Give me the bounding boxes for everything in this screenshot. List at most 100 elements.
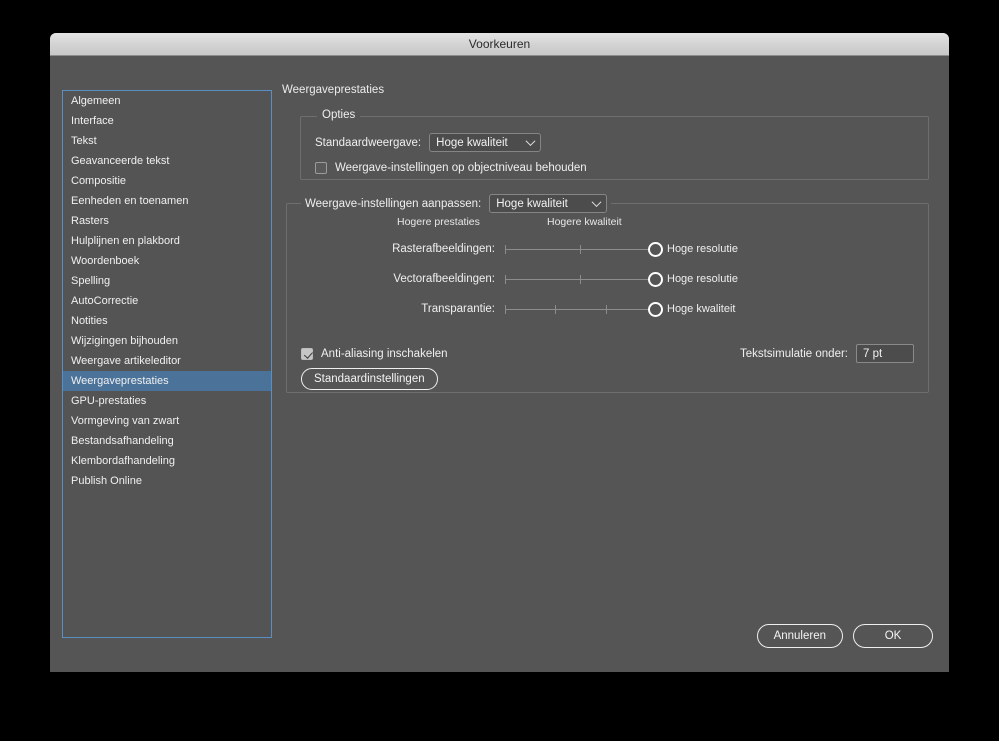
sidebar-item-woordenboek[interactable]: Woordenboek [63, 251, 271, 271]
sidebar-item-weergaveprestaties[interactable]: Weergaveprestaties [63, 371, 271, 391]
slider-label: Rasterafbeeldingen: [392, 243, 495, 255]
defaults-row: Standaardinstellingen [301, 368, 438, 390]
preferences-category-list[interactable]: Algemeen Interface Tekst Geavanceerde tekst… [62, 90, 272, 638]
sidebar-item-interface[interactable]: Interface [63, 111, 271, 131]
slider-value-label: Hoge resolutie [667, 273, 738, 285]
sidebar-item-spelling[interactable]: Spelling [63, 271, 271, 291]
slider-row: Transparantie: Hoge kwaliteit [287, 294, 928, 324]
slider-tick [580, 245, 581, 254]
sidebar-item-bestandsafhandeling[interactable]: Bestandsafhandeling [63, 431, 271, 451]
sidebar-item-label: Rasters [71, 214, 109, 227]
antialias-checkbox[interactable] [301, 347, 313, 360]
sidebar-item-label: Geavanceerde tekst [71, 154, 170, 167]
sidebar-item-weergave-artikeleditor[interactable]: Weergave artikeleditor [63, 351, 271, 371]
sidebar-item-label: Vormgeving van zwart [71, 414, 180, 427]
slider-label: Transparantie: [421, 303, 495, 315]
slider-track[interactable] [505, 240, 663, 258]
sidebar-item-wijzigingen-bijhouden[interactable]: Wijzigingen bijhouden [63, 331, 271, 351]
adjust-view-settings-select-value: Hoge kwaliteit [496, 197, 568, 210]
sidebar-item-klembordafhandeling[interactable]: Klembordafhandeling [63, 451, 271, 471]
sidebar-item-compositie[interactable]: Compositie [63, 171, 271, 191]
greek-type-label: Tekstsimulatie onder: [739, 347, 848, 360]
sidebar-item-label: Tekst [71, 134, 97, 147]
default-view-select[interactable]: Hoge kwaliteit [429, 133, 542, 152]
footer-buttons: Annuleren OK [756, 624, 933, 648]
main-pane: Weergaveprestaties Opties Standaardweerg… [282, 84, 933, 662]
sidebar-item-label: Klembordafhandeling [71, 454, 175, 467]
sidebar-item-rasters[interactable]: Rasters [63, 211, 271, 231]
page-title: Weergaveprestaties [282, 84, 385, 96]
sidebar-item-autocorrectie[interactable]: AutoCorrectie [63, 291, 271, 311]
slider-knob[interactable] [647, 242, 663, 257]
default-view-row: Standaardweergave: Hoge kwaliteit [315, 133, 928, 152]
slider-value-label: Hoge resolutie [667, 243, 738, 255]
scale-left-label: Hogere prestaties [397, 216, 480, 228]
sidebar-item-tekst[interactable]: Tekst [63, 131, 271, 151]
adjust-view-settings-select[interactable]: Hoge kwaliteit [489, 194, 608, 213]
slider-label: Vectorafbeeldingen: [393, 273, 495, 285]
sidebar-item-label: Compositie [71, 174, 127, 187]
greek-type-row: Tekstsimulatie onder: 7 pt [740, 344, 914, 363]
sidebar-item-gpu-prestaties[interactable]: GPU-prestaties [63, 391, 271, 411]
sidebar-item-algemeen[interactable]: Algemeen [63, 91, 271, 111]
cancel-button[interactable]: Annuleren [756, 624, 843, 648]
slider-value-label: Hoge kwaliteit [667, 303, 736, 315]
slider-tick [580, 275, 581, 284]
sidebar-item-publish-online[interactable]: Publish Online [63, 471, 271, 491]
sidebar-item-label: Notities [71, 314, 108, 327]
default-view-select-value: Hoge kwaliteit [436, 136, 508, 149]
slider-knob[interactable] [647, 272, 663, 287]
sidebar-item-label: Weergaveprestaties [71, 374, 169, 387]
sidebar-item-vormgeving-van-zwart[interactable]: Vormgeving van zwart [63, 411, 271, 431]
slider-tick [505, 245, 506, 254]
greek-type-input[interactable]: 7 pt [856, 344, 914, 363]
sidebar-item-label: AutoCorrectie [71, 294, 139, 307]
sidebar-item-label: Weergave artikeleditor [71, 354, 181, 367]
chevron-down-icon [591, 196, 602, 207]
antialias-label: Anti-aliasing inschakelen [321, 347, 448, 360]
preserve-settings-row[interactable]: Weergave-instellingen op objectniveau be… [315, 162, 928, 174]
adjust-view-settings-group: Weergave-instellingen aanpassen: Hoge kw… [286, 194, 929, 393]
slider-tick [554, 305, 556, 314]
chevron-down-icon [525, 135, 536, 146]
slider-tick [505, 305, 506, 314]
sidebar-item-label: Wijzigingen bijhouden [71, 334, 179, 347]
options-group: Opties Standaardweergave: Hoge kwaliteit… [300, 109, 929, 180]
window-titlebar: Voorkeuren [50, 33, 949, 56]
slider-track[interactable] [505, 270, 663, 288]
slider-row: Rasterafbeeldingen: Hoge resolutie [287, 234, 928, 264]
preferences-dialog: Voorkeuren Algemeen Interface Tekst Geavanc… [50, 33, 949, 672]
options-group-legend: Opties [317, 109, 361, 121]
reset-to-defaults-button[interactable]: Standaardinstellingen [301, 368, 438, 390]
antialias-row[interactable]: Anti-aliasing inschakelen [301, 347, 448, 360]
sidebar-item-label: Bestandsafhandeling [71, 434, 174, 447]
sidebar-item-notities[interactable]: Notities [63, 311, 271, 331]
sidebar-item-hulplijnen-en-plakbord[interactable]: Hulplijnen en plakbord [63, 231, 271, 251]
slider-knob[interactable] [647, 302, 663, 317]
preserve-object-settings-checkbox[interactable] [315, 162, 327, 174]
preserve-object-settings-label: Weergave-instellingen op objectniveau be… [335, 162, 587, 174]
slider-tick [605, 305, 607, 314]
sidebar-item-label: Woordenboek [71, 254, 140, 267]
sidebar-item-label: GPU-prestaties [71, 394, 147, 407]
default-view-label: Standaardweergave: [315, 136, 422, 149]
sidebar-item-label: Interface [71, 114, 114, 127]
sliders-section: Hogere prestaties Hogere kwaliteit Raste… [287, 216, 928, 324]
dialog-body: Algemeen Interface Tekst Geavanceerde tekst… [50, 56, 949, 672]
slider-track[interactable] [505, 300, 663, 318]
slider-scale-header: Hogere prestaties Hogere kwaliteit [397, 216, 928, 230]
sidebar-item-label: Publish Online [71, 474, 142, 487]
antialias-and-greek-row: Anti-aliasing inschakelen Tekstsimulatie… [301, 344, 914, 363]
sidebar-item-eenheden-en-toenamen[interactable]: Eenheden en toenamen [63, 191, 271, 211]
sidebar-item-label: Algemeen [71, 94, 121, 107]
scale-right-label: Hogere kwaliteit [547, 216, 622, 228]
sidebar-item-geavanceerde-tekst[interactable]: Geavanceerde tekst [63, 151, 271, 171]
sidebar-item-label: Spelling [71, 274, 111, 287]
adjust-legend-row: Weergave-instellingen aanpassen: Hoge kw… [301, 194, 612, 213]
ok-button[interactable]: OK [853, 624, 933, 648]
slider-tick [505, 275, 506, 284]
window-title: Voorkeuren [468, 37, 531, 51]
slider-rows: Rasterafbeeldingen: Hoge resolutie Vectora… [287, 234, 928, 324]
slider-row: Vectorafbeeldingen: Hoge resolutie [287, 264, 928, 294]
sidebar-item-label: Hulplijnen en plakbord [71, 234, 180, 247]
